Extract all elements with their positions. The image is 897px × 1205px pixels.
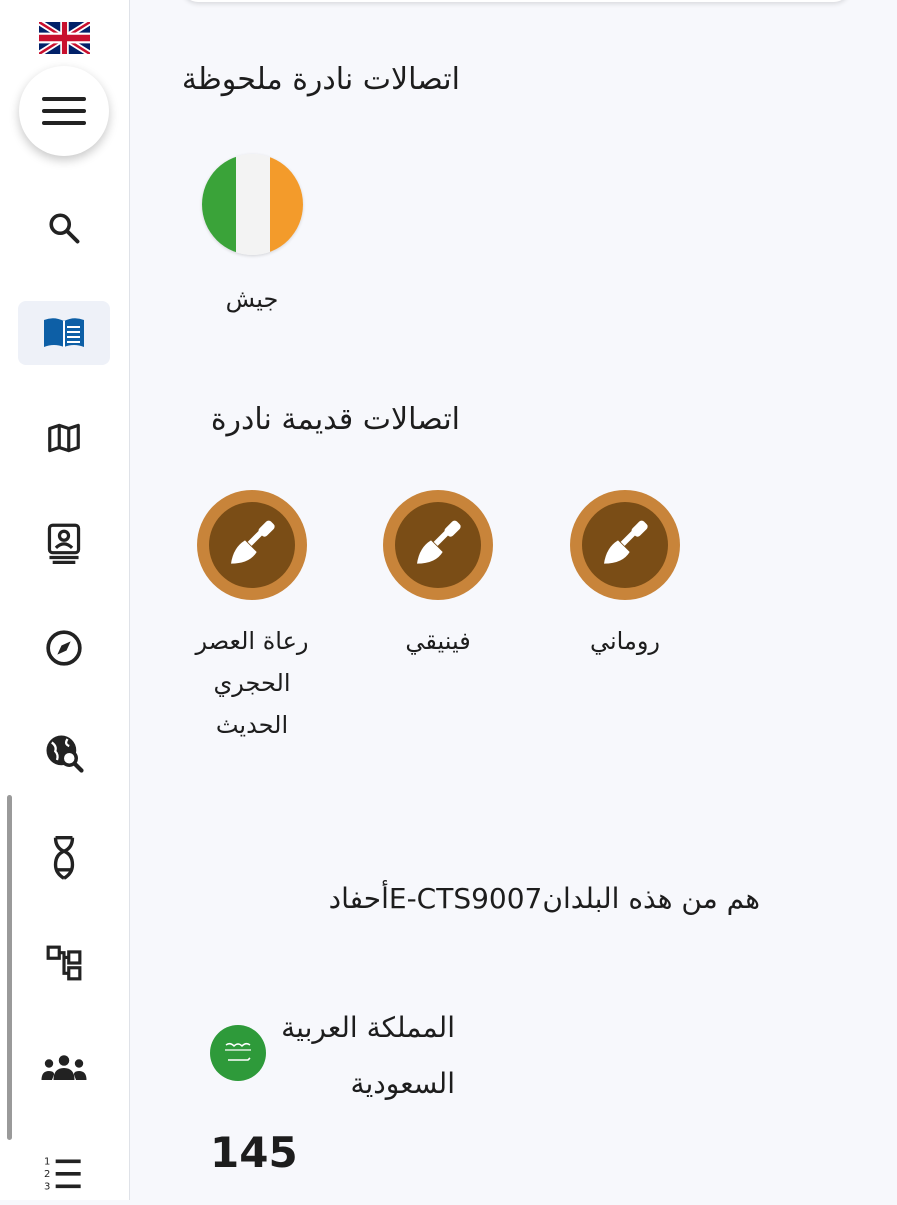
- sidebar-item-dna[interactable]: [18, 826, 110, 890]
- notable-item-label: جيش: [225, 285, 279, 313]
- contact-card-icon: [47, 523, 81, 564]
- trowel-icon: [604, 520, 648, 564]
- top-card: [182, 0, 850, 2]
- neolithic-herders-badge[interactable]: [197, 490, 307, 600]
- sidebar-scrollbar[interactable]: [7, 795, 12, 1140]
- country-name: المملكة العربية السعودية: [281, 1011, 455, 1100]
- uk-flag-icon[interactable]: [39, 22, 90, 54]
- saudi-flag-icon[interactable]: [210, 1025, 266, 1081]
- ireland-flag-icon[interactable]: [202, 154, 303, 255]
- sidebar-item-map[interactable]: [18, 406, 110, 470]
- sidebar-item-tree[interactable]: [18, 931, 110, 995]
- sidebar-item-contact[interactable]: [18, 511, 110, 575]
- sidebar-item-book[interactable]: [18, 301, 110, 365]
- sidebar-item-people[interactable]: [18, 1036, 110, 1100]
- sidebar-item-globe-search[interactable]: [18, 721, 110, 785]
- map-icon: [48, 423, 80, 453]
- phoenician-badge[interactable]: [383, 490, 493, 600]
- ancient-rare-title: اتصالات قديمة نادرة: [210, 402, 460, 437]
- country-count: 145: [210, 1128, 298, 1177]
- people-icon: [41, 1055, 87, 1080]
- trowel-icon: [231, 520, 275, 564]
- sidebar: 1 2 3: [0, 0, 130, 1200]
- trowel-icon: [417, 520, 461, 564]
- search-icon: [49, 213, 80, 244]
- svg-text:2: 2: [44, 1169, 50, 1180]
- descendants-text: هم من هذه البلدانE-CTS9007أحفاد: [328, 882, 760, 915]
- sidebar-item-ordered-list[interactable]: 1 2 3: [18, 1141, 110, 1205]
- globe-search-icon: [46, 735, 84, 773]
- roman-badge[interactable]: [570, 490, 680, 600]
- svg-text:1: 1: [44, 1157, 50, 1168]
- book-icon: [44, 318, 84, 347]
- dna-icon: [53, 836, 75, 880]
- svg-text:3: 3: [44, 1182, 50, 1193]
- tree-icon: [46, 945, 82, 981]
- menu-button[interactable]: [19, 66, 109, 156]
- notable-rare-title: اتصالات نادرة ملحوظة: [181, 62, 460, 97]
- neolithic-herders-label: رعاة العصر الحجري الحديث: [195, 627, 309, 739]
- ordered-list-icon: 1 2 3: [44, 1157, 81, 1193]
- sidebar-item-search[interactable]: [18, 196, 110, 260]
- hamburger-icon: [42, 97, 86, 125]
- phoenician-label: فينيقي: [405, 627, 471, 655]
- sidebar-item-compass[interactable]: [18, 616, 110, 680]
- compass-icon: [46, 630, 82, 666]
- roman-label: روماني: [589, 627, 661, 655]
